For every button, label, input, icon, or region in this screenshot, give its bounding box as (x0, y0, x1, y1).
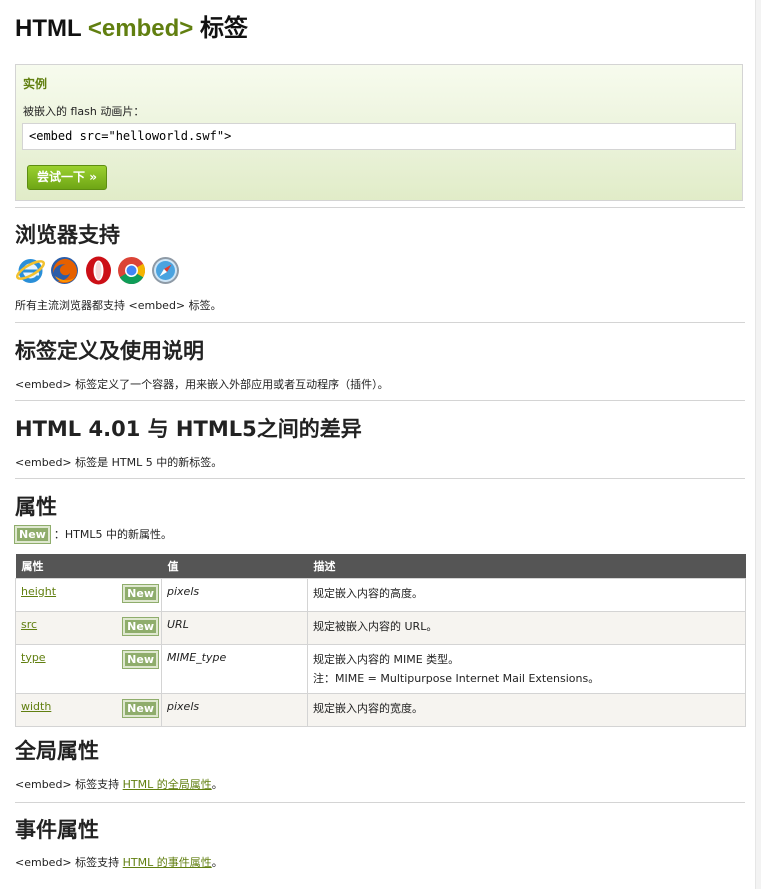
new-badge: New (122, 698, 159, 718)
attribute-cell: type New (15, 643, 162, 694)
description-text: 规定被嵌入内容的 URL。 (313, 619, 438, 633)
attribute-cell: height New (15, 577, 162, 612)
chrome-icon (118, 257, 146, 285)
differences-heading: HTML 4.01 与 HTML5之间的差异 (15, 417, 362, 441)
try-it-button[interactable]: 尝试一下 » (27, 165, 107, 190)
new-badge: New (14, 525, 51, 544)
browser-icons (15, 255, 185, 286)
example-box: 实例 被嵌入的 flash 动画片： <embed src="helloworl… (15, 64, 743, 201)
value-cell: URL (161, 610, 308, 645)
new-badge: New (122, 583, 159, 603)
browser-support-text: 所有主流浏览器都支持 <embed> 标签。 (15, 299, 222, 312)
title-prefix: HTML (15, 15, 82, 42)
firefox-icon (51, 257, 78, 284)
global-attributes-text: <embed> 标签支持 HTML 的全局属性。 (15, 776, 223, 792)
event-attributes-heading: 事件属性 (15, 818, 99, 842)
divider (15, 400, 745, 401)
safari-icon (152, 257, 179, 284)
attributes-heading: 属性 (15, 495, 57, 519)
table-header-row: 属性 值 描述 (15, 554, 746, 578)
global-text-prefix: <embed> 标签支持 (15, 778, 123, 791)
column-header-description: 描述 (307, 554, 746, 578)
divider (15, 802, 745, 803)
event-text-suffix: 。 (211, 856, 223, 869)
example-heading: 实例 (23, 77, 48, 91)
new-attribute-legend: New ：HTML5 中的新属性。 (14, 525, 172, 544)
attributes-table: 属性 值 描述 height New pixels 规定嵌入内容的高度。 src (15, 554, 746, 727)
description-text: 规定嵌入内容的宽度。 (313, 701, 423, 715)
opera-icon (86, 256, 111, 285)
browser-support-heading: 浏览器支持 (15, 223, 120, 247)
new-badge: New (122, 616, 159, 636)
page: HTML <embed> 标签 实例 被嵌入的 flash 动画片： <embe… (0, 0, 761, 889)
example-description: 被嵌入的 flash 动画片： (23, 105, 145, 118)
description-cell: 规定被嵌入内容的 URL。 (307, 610, 746, 645)
attribute-link-height[interactable]: height (21, 585, 56, 598)
new-badge: New (122, 649, 159, 669)
title-suffix: 标签 (199, 15, 248, 42)
description-cell: 规定嵌入内容的高度。 (307, 577, 746, 612)
description-cell: 规定嵌入内容的宽度。 (307, 692, 746, 727)
attribute-link-width[interactable]: width (21, 700, 51, 713)
title-tag: <embed> (87, 15, 194, 42)
event-text-prefix: <embed> 标签支持 (15, 856, 123, 869)
scrollbar-track[interactable] (755, 0, 761, 889)
table-row: src New URL 规定被嵌入内容的 URL。 (15, 610, 746, 645)
definition-heading: 标签定义及使用说明 (15, 339, 204, 363)
divider (15, 207, 745, 208)
example-code: <embed src="helloworld.swf"> (22, 123, 736, 150)
new-attribute-note: ：HTML5 中的新属性。 (53, 528, 172, 541)
attribute-link-src[interactable]: src (21, 618, 37, 631)
divider (15, 478, 745, 479)
value-cell: pixels (161, 692, 308, 727)
description-text: 规定嵌入内容的高度。 (313, 586, 423, 600)
page-title: HTML <embed> 标签 (15, 8, 248, 43)
global-text-suffix: 。 (211, 778, 223, 791)
column-header-attribute: 属性 (15, 554, 162, 578)
description-note: 注：MIME = Multipurpose Internet Mail Exte… (313, 671, 600, 685)
value-cell: MIME_type (161, 643, 308, 694)
internet-explorer-icon (16, 259, 45, 283)
definition-text: <embed> 标签定义了一个容器，用来嵌入外部应用或者互动程序（插件）。 (15, 378, 389, 391)
column-header-value: 值 (161, 554, 308, 578)
attribute-cell: width New (15, 692, 162, 727)
event-attributes-text: <embed> 标签支持 HTML 的事件属性。 (15, 854, 223, 870)
differences-text: <embed> 标签是 HTML 5 中的新标签。 (15, 456, 223, 469)
table-row: width New pixels 规定嵌入内容的宽度。 (15, 692, 746, 727)
value-cell: pixels (161, 577, 308, 612)
global-attributes-heading: 全局属性 (15, 739, 99, 763)
global-attributes-link[interactable]: HTML 的全局属性 (123, 778, 212, 791)
table-row: type New MIME_type 规定嵌入内容的 MIME 类型。 注：MI… (15, 643, 746, 694)
description-cell: 规定嵌入内容的 MIME 类型。 注：MIME = Multipurpose I… (307, 643, 746, 694)
table-row: height New pixels 规定嵌入内容的高度。 (15, 577, 746, 612)
divider (15, 322, 745, 323)
attribute-cell: src New (15, 610, 162, 645)
description-text: 规定嵌入内容的 MIME 类型。 (313, 652, 460, 666)
event-attributes-link[interactable]: HTML 的事件属性 (123, 856, 212, 869)
attribute-link-type[interactable]: type (21, 651, 46, 664)
